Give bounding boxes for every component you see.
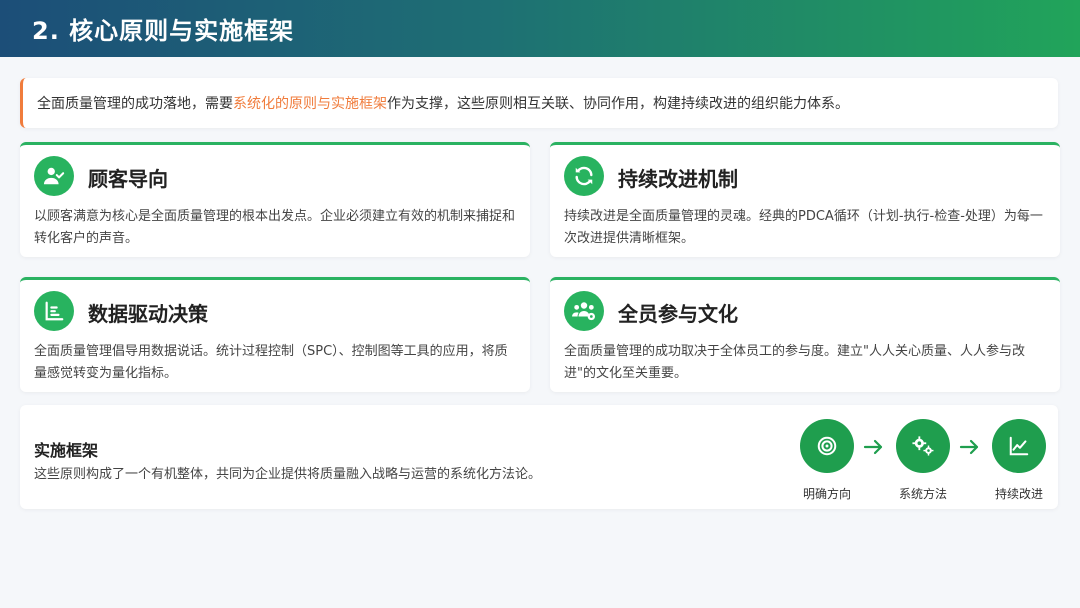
intro-banner: 全面质量管理的成功落地，需要 系统化的原则与实施框架 作为支撑，这些原则相互关联、协… [20, 78, 1058, 128]
card-title: 持续改进机制 [618, 167, 738, 191]
framework-step-improvement: 持续改进 [984, 419, 1054, 502]
intro-highlight: 系统化的原则与实施框架 [233, 96, 387, 112]
arrow-right-icon [863, 439, 883, 455]
gears-icon [896, 419, 950, 473]
arrow-right-icon [959, 439, 979, 455]
page-header: 2. 核心原则与实施框架 [0, 0, 1080, 57]
card-customer-focus: 顾客导向 以顾客满意为核心是全面质量管理的根本出发点。企业必须建立有效的机制来捕… [20, 142, 530, 257]
list-chart-icon [34, 291, 74, 331]
framework-section: 实施框架 这些原则构成了一个有机整体，共同为企业提供将质量融入战略与运营的系统化… [20, 405, 1058, 509]
step-label: 系统方法 [898, 487, 947, 501]
framework-title: 实施框架 [34, 441, 99, 460]
card-desc: 全面质量管理的成功取决于全体员工的参与度。建立"人人关心质量、人人参与改进"的文… [564, 344, 1025, 381]
card-title: 全员参与文化 [618, 302, 738, 326]
trend-chart-icon [992, 419, 1046, 473]
users-gear-icon [564, 291, 604, 331]
framework-step-direction: 明确方向 [792, 419, 862, 502]
framework-desc: 这些原则构成了一个有机整体，共同为企业提供将质量融入战略与运营的系统化方法论。 [34, 467, 542, 482]
user-check-icon [34, 156, 74, 196]
page-title: 2. 核心原则与实施框架 [32, 17, 295, 45]
card-title: 顾客导向 [88, 167, 168, 191]
card-desc: 全面质量管理倡导用数据说话。统计过程控制（SPC）、控制图等工具的应用，将质量感… [34, 344, 508, 381]
intro-text-before: 全面质量管理的成功落地，需要 [37, 96, 233, 112]
step-label: 持续改进 [994, 487, 1043, 501]
card-desc: 持续改进是全面质量管理的灵魂。经典的PDCA循环（计划-执行-检查-处理）为每一… [564, 209, 1043, 246]
intro-text-after: 作为支撑，这些原则相互关联、协同作用，构建持续改进的组织能力体系。 [387, 96, 849, 112]
framework-step-method: 系统方法 [888, 419, 958, 502]
step-label: 明确方向 [802, 487, 851, 501]
card-data-driven: 数据驱动决策 全面质量管理倡导用数据说话。统计过程控制（SPC）、控制图等工具的… [20, 277, 530, 392]
card-desc: 以顾客满意为核心是全面质量管理的根本出发点。企业必须建立有效的机制来捕捉和转化客… [34, 209, 516, 246]
refresh-icon [564, 156, 604, 196]
target-icon [800, 419, 854, 473]
card-continuous-improvement: 持续改进机制 持续改进是全面质量管理的灵魂。经典的PDCA循环（计划-执行-检查… [550, 142, 1060, 257]
card-full-participation: 全员参与文化 全面质量管理的成功取决于全体员工的参与度。建立"人人关心质量、人人… [550, 277, 1060, 392]
card-title: 数据驱动决策 [88, 302, 208, 326]
